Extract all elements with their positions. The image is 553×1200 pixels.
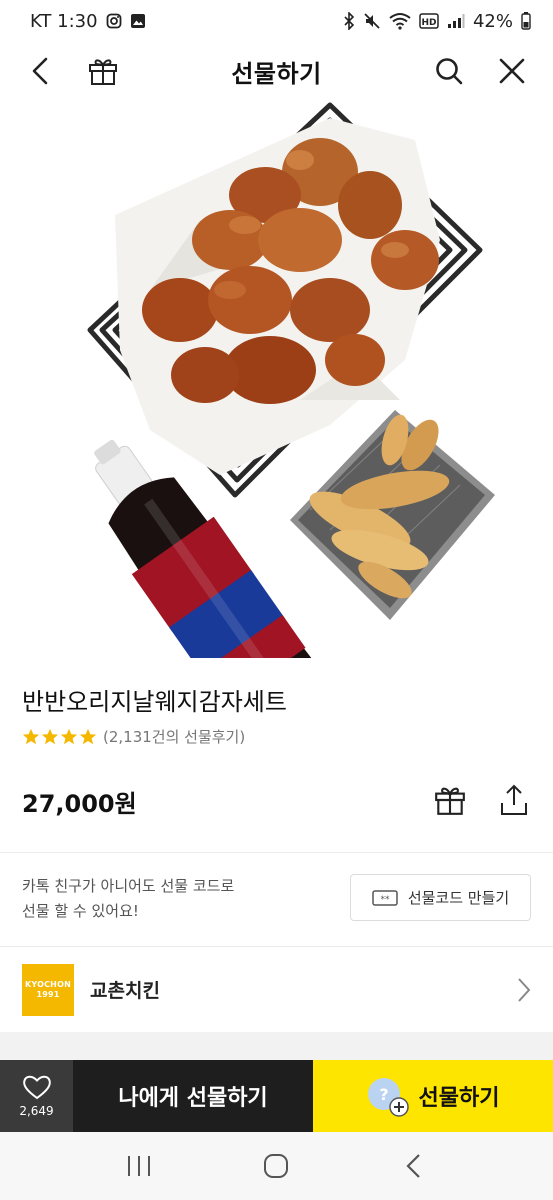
gift-code-line2: 선물 할 수 있어요!	[22, 902, 139, 920]
home-button[interactable]	[246, 1141, 306, 1191]
create-gift-code-button[interactable]: ** 선물코드 만들기	[350, 874, 531, 921]
star-icon	[41, 728, 59, 744]
gift-to-self-button[interactable]: 나에게 선물하기	[73, 1060, 313, 1132]
rating-row[interactable]: (2,131건의 선물후기)	[22, 726, 245, 747]
star-icon	[22, 728, 40, 744]
star-icon	[60, 728, 78, 744]
gift-code-line1: 카톡 친구가 아니어도 선물 코드로	[22, 877, 235, 895]
brand-logo-text: KYOCHON	[25, 979, 71, 989]
recent-apps-button[interactable]	[109, 1141, 169, 1191]
heart-icon	[22, 1075, 51, 1100]
bluetooth-icon	[343, 12, 355, 30]
brand-row[interactable]: KYOCHON 1991 교촌치킨	[0, 947, 553, 1032]
brand-logo: KYOCHON 1991	[22, 963, 74, 1016]
product-name: 반반오리지날웨지감자세트	[22, 688, 287, 716]
divider	[0, 852, 553, 853]
home-icon	[264, 1154, 289, 1178]
product-price: 27,000원	[22, 790, 137, 818]
battery-icon	[521, 12, 531, 30]
svg-text:**: **	[380, 895, 390, 905]
like-count: 2,649	[19, 1104, 54, 1118]
page-title: 선물하기	[231, 60, 322, 88]
recent-apps-icon	[127, 1156, 150, 1176]
create-gift-code-label: 선물코드 만들기	[407, 889, 510, 907]
share-icon	[501, 784, 527, 815]
chevron-right-icon	[513, 975, 535, 1005]
wifi-icon	[389, 12, 411, 30]
system-back-button[interactable]	[384, 1141, 444, 1191]
gift-button[interactable]: ? 선물하기	[313, 1060, 553, 1132]
share-button[interactable]	[494, 780, 534, 820]
section-spacer	[0, 1032, 553, 1060]
svg-text:HD: HD	[421, 18, 436, 28]
bottom-action-bar: 2,649 나에게 선물하기 ? 선물하기	[0, 1060, 553, 1132]
status-right: HD 42%	[343, 11, 531, 32]
add-friend-icon: ?	[367, 1076, 409, 1117]
svg-text:?: ?	[379, 1085, 388, 1104]
close-button[interactable]	[491, 50, 533, 92]
search-button[interactable]	[428, 50, 470, 92]
review-count: (2,131건의 선물후기)	[103, 728, 246, 746]
like-button[interactable]: 2,649	[0, 1060, 73, 1132]
back-icon	[406, 1154, 420, 1178]
status-bar: KT 1:30 HD 42%	[0, 0, 553, 42]
battery-percent: 42%	[472, 10, 513, 32]
brand-logo-year: 1991	[36, 989, 60, 999]
wishlist-gift-button[interactable]	[430, 780, 470, 820]
system-nav-bar	[0, 1132, 553, 1200]
gift-code-description: 카톡 친구가 아니어도 선물 코드로 선물 할 수 있어요!	[22, 874, 234, 924]
chicken-set-photo	[87, 102, 495, 658]
gift-label: 선물하기	[418, 1086, 500, 1111]
product-image	[0, 100, 553, 658]
ticket-icon: **	[372, 889, 398, 906]
brand-name: 교촌치킨	[90, 980, 160, 1002]
carrier-time: KT 1:30	[30, 10, 98, 32]
hd-voice-icon: HD	[419, 13, 439, 29]
gift-to-self-label: 나에게 선물하기	[118, 1086, 268, 1111]
close-icon	[499, 58, 525, 84]
app-header: 선물하기	[0, 42, 553, 100]
gift-box-icon	[435, 787, 465, 815]
signal-icon	[447, 13, 465, 29]
status-left: KT 1:30	[30, 11, 146, 32]
mute-icon	[363, 12, 381, 30]
rating-stars	[22, 728, 97, 746]
search-icon	[436, 58, 463, 85]
gallery-icon	[130, 13, 146, 29]
instagram-icon	[106, 13, 122, 29]
star-icon	[79, 728, 97, 744]
